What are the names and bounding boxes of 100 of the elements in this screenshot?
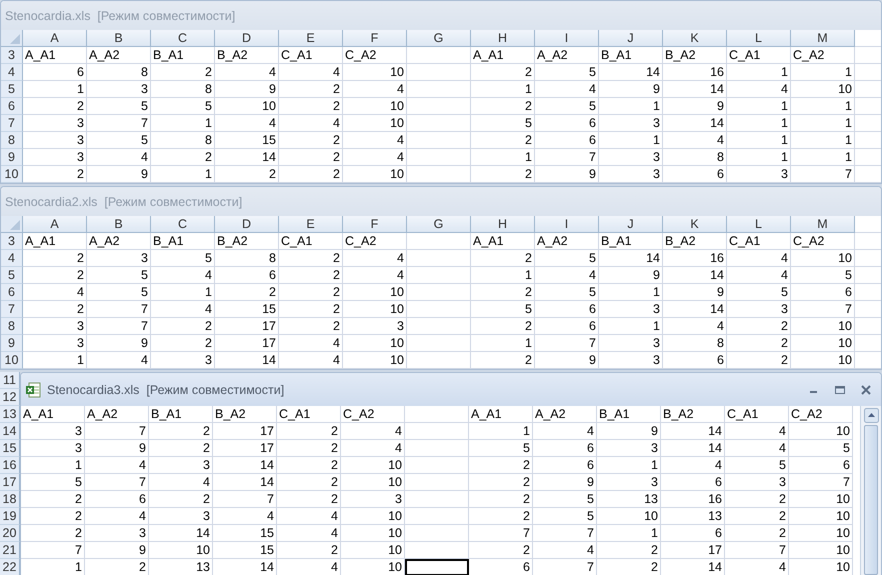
table-cell: 4 — [663, 318, 727, 335]
table-cell: 2 — [469, 542, 533, 559]
row-header[interactable]: 4 — [1, 250, 23, 267]
row-header[interactable]: 15 — [0, 440, 20, 457]
table-cell: 2 — [21, 491, 85, 508]
table-cell: 1 — [599, 318, 663, 335]
column-header[interactable]: D — [215, 30, 279, 47]
column-header[interactable]: I — [535, 216, 599, 233]
row-header[interactable]: 18 — [0, 491, 20, 508]
column-header[interactable]: E — [279, 216, 343, 233]
row-header[interactable]: 14 — [0, 423, 20, 440]
row-header[interactable]: 13 — [0, 406, 20, 423]
column-header[interactable]: A — [23, 216, 87, 233]
column-header[interactable]: B — [87, 30, 151, 47]
column-header[interactable]: G — [407, 30, 471, 47]
row-header[interactable]: 8 — [1, 132, 23, 149]
row-header[interactable]: 6 — [1, 284, 23, 301]
row-header[interactable]: 9 — [1, 149, 23, 166]
table-cell: 6 — [533, 440, 597, 457]
column-header[interactable]: G — [407, 216, 471, 233]
column-header[interactable]: H — [471, 216, 535, 233]
column-header[interactable]: A — [23, 30, 87, 47]
table-cell: 4 — [661, 457, 725, 474]
vertical-scrollbar[interactable] — [860, 406, 881, 575]
column-header[interactable]: L — [727, 216, 791, 233]
table-cell: 3 — [343, 318, 407, 335]
table-cell: 5 — [469, 440, 533, 457]
table-cell: 6 — [661, 474, 725, 491]
column-header[interactable]: B — [87, 216, 151, 233]
row-header[interactable]: 7 — [1, 115, 23, 132]
empty-cell — [407, 284, 471, 301]
row-header[interactable]: 19 — [0, 508, 20, 525]
table-cell: 7 — [85, 474, 149, 491]
column-header[interactable]: C — [151, 216, 215, 233]
column-header[interactable]: E — [279, 30, 343, 47]
table-cell: 1 — [151, 284, 215, 301]
row-header[interactable]: 3 — [1, 233, 23, 250]
table-cell: 4 — [727, 81, 791, 98]
column-header[interactable]: J — [599, 30, 663, 47]
table-cell: 4 — [343, 250, 407, 267]
table-cell: 10 — [791, 250, 855, 267]
table-cell: 4 — [533, 542, 597, 559]
row-header[interactable]: 8 — [1, 318, 23, 335]
row-header[interactable]: 3 — [1, 47, 23, 64]
column-header[interactable]: F — [343, 216, 407, 233]
row-header[interactable]: 10 — [1, 352, 23, 369]
row-header[interactable]: 10 — [1, 166, 23, 183]
table-cell: 5 — [789, 440, 853, 457]
table-cell: 1 — [599, 132, 663, 149]
table-cell: 5 — [533, 508, 597, 525]
table-cell: 9 — [215, 81, 279, 98]
table-cell: 2 — [149, 440, 213, 457]
table-cell: 5 — [727, 284, 791, 301]
column-header[interactable]: M — [791, 30, 855, 47]
table-cell: 10 — [343, 284, 407, 301]
table-cell: 3 — [21, 423, 85, 440]
table-cell: 4 — [279, 115, 343, 132]
table-cell: 2 — [469, 457, 533, 474]
row-header[interactable]: 20 — [0, 525, 20, 542]
row-header[interactable]: 12 — [0, 389, 20, 406]
row-header[interactable]: 9 — [1, 335, 23, 352]
table-cell: 2 — [471, 284, 535, 301]
row-header[interactable]: 5 — [1, 81, 23, 98]
table-cell: A_A2 — [87, 233, 151, 250]
row-header[interactable]: 21 — [0, 542, 20, 559]
column-header[interactable]: K — [663, 30, 727, 47]
column-header[interactable]: I — [535, 30, 599, 47]
table-cell: 4 — [725, 559, 789, 575]
empty-cell — [407, 233, 471, 250]
row-header[interactable]: 11 — [0, 372, 20, 389]
table-cell: 5 — [535, 284, 599, 301]
maximize-icon[interactable] — [833, 384, 847, 396]
table-cell: 1 — [21, 559, 85, 575]
cell-cursor[interactable] — [405, 559, 469, 575]
row-header[interactable]: 22 — [0, 559, 20, 575]
row-header[interactable]: 5 — [1, 267, 23, 284]
column-header[interactable]: L — [727, 30, 791, 47]
table-cell: 9 — [599, 267, 663, 284]
row-header[interactable]: 7 — [1, 301, 23, 318]
row-header[interactable]: 4 — [1, 64, 23, 81]
table-cell: 3 — [599, 115, 663, 132]
row-header[interactable]: 6 — [1, 98, 23, 115]
table-cell: A_A1 — [469, 406, 533, 423]
table-cell: 7 — [21, 542, 85, 559]
scroll-thumb[interactable] — [864, 425, 878, 575]
table-cell: 1 — [727, 64, 791, 81]
column-header[interactable]: F — [343, 30, 407, 47]
table-cell: 5 — [471, 301, 535, 318]
column-header[interactable]: M — [791, 216, 855, 233]
column-header[interactable]: K — [663, 216, 727, 233]
column-header[interactable]: D — [215, 216, 279, 233]
close-icon[interactable] — [859, 384, 873, 396]
column-header[interactable]: H — [471, 30, 535, 47]
row-header[interactable]: 16 — [0, 457, 20, 474]
column-header[interactable]: C — [151, 30, 215, 47]
column-header[interactable]: J — [599, 216, 663, 233]
table-cell: 5 — [87, 284, 151, 301]
row-header[interactable]: 17 — [0, 474, 20, 491]
empty-cell — [407, 352, 471, 369]
scroll-up-icon[interactable] — [864, 408, 878, 423]
